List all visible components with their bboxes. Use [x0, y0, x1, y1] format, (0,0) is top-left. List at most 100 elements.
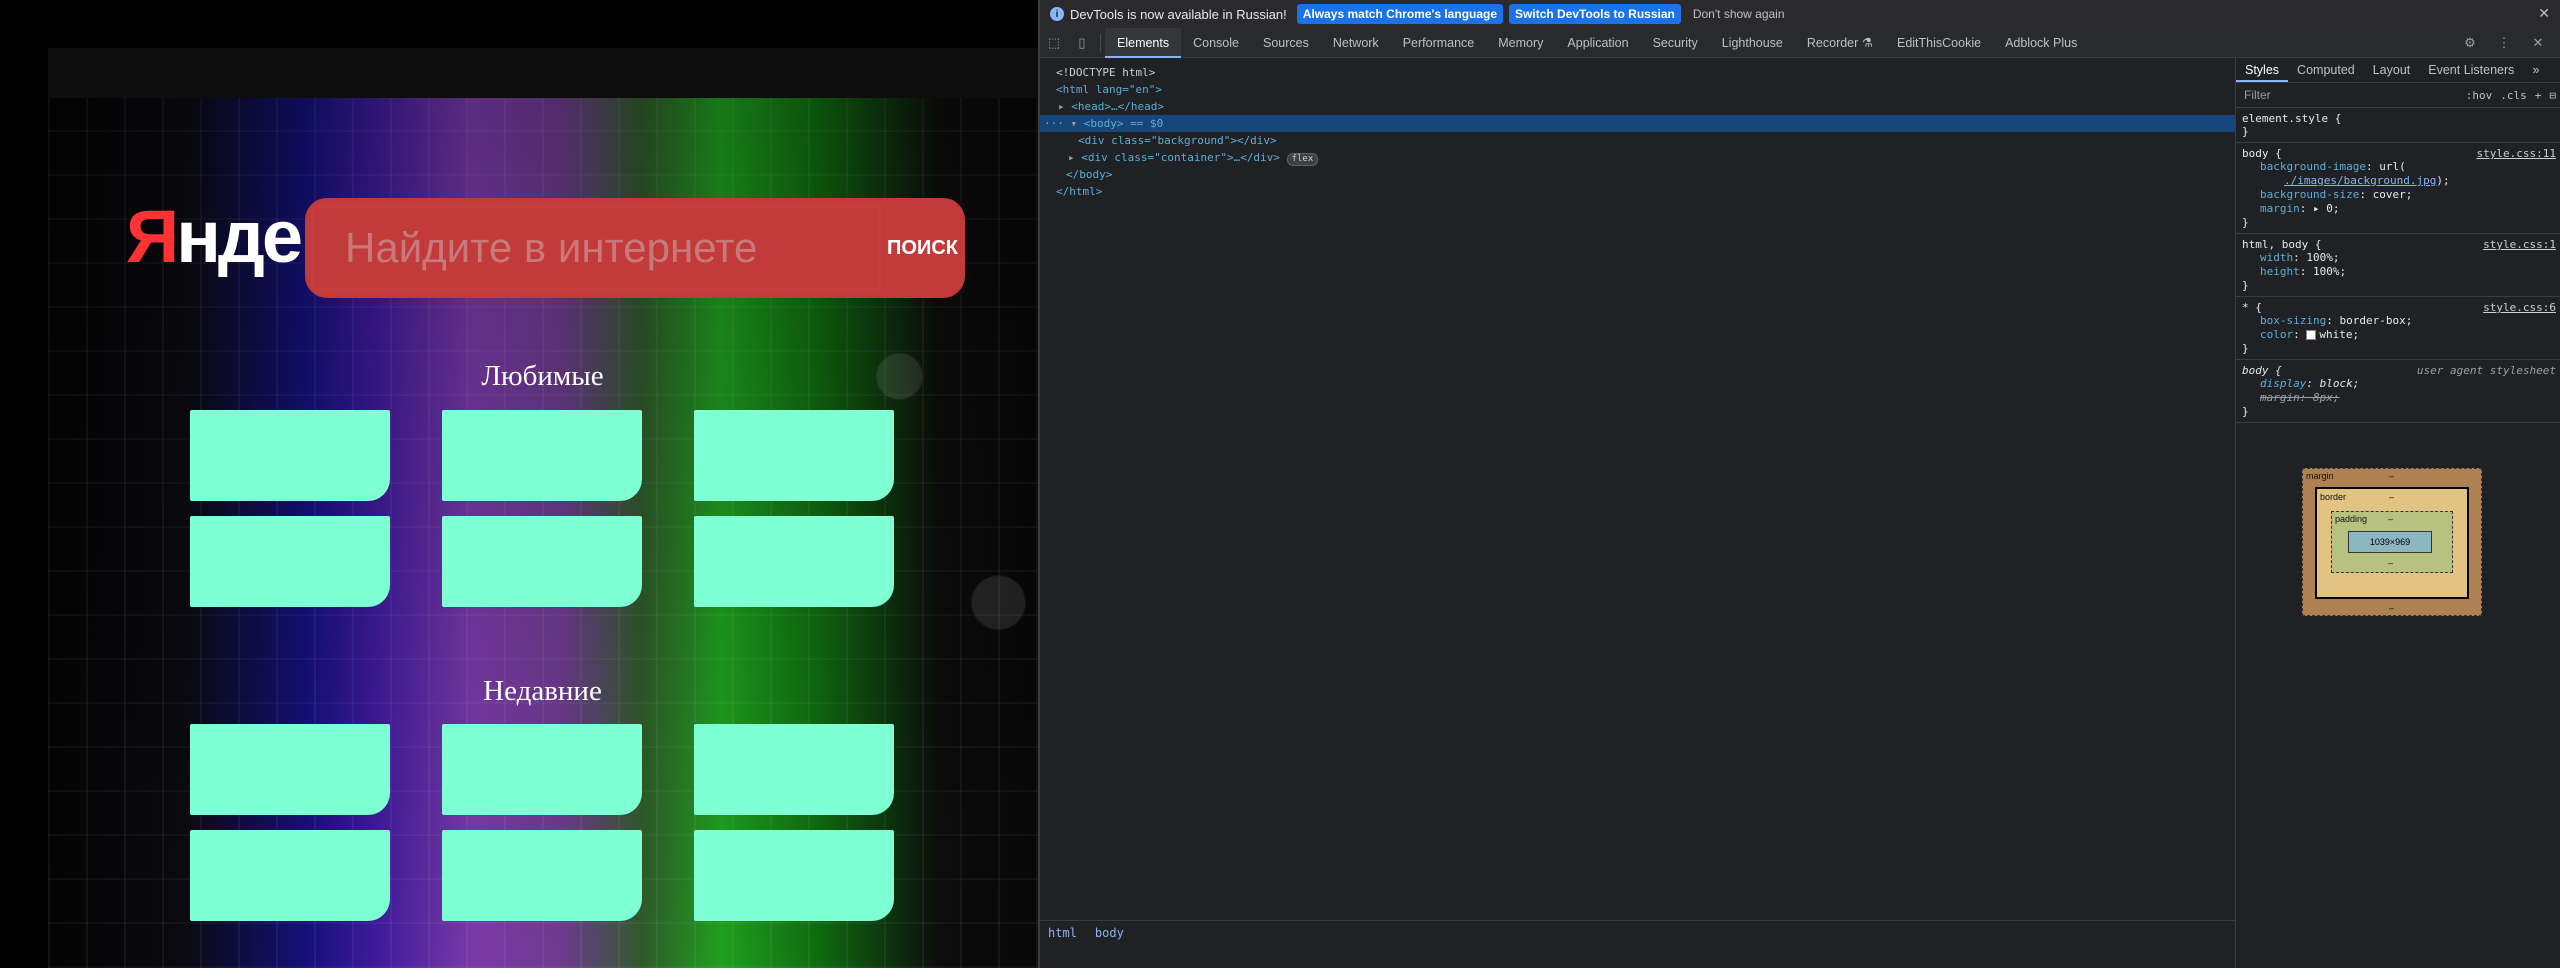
- dom-body-close[interactable]: </body>: [1040, 166, 2235, 183]
- tab-recorder[interactable]: Recorder ⚗: [1795, 28, 1885, 58]
- more-options-icon[interactable]: ⋮: [2490, 29, 2518, 57]
- recent-tile[interactable]: [442, 724, 642, 815]
- declaration-background-image[interactable]: background-image: url(: [2242, 160, 2556, 174]
- background-image-link[interactable]: ./images/background.jpg: [2284, 174, 2436, 187]
- close-icon[interactable]: ✕: [2538, 5, 2550, 22]
- logo-first-letter: Я: [126, 195, 179, 278]
- more-tabs-icon[interactable]: »: [2523, 58, 2548, 82]
- box-model-margin[interactable]: margin – – border – padding – 1039×969 –: [2302, 468, 2482, 616]
- dom-html-open-text: <html lang="en">: [1056, 83, 1162, 96]
- margin-label: margin: [2306, 471, 2334, 481]
- prop-value: white;: [2319, 328, 2360, 341]
- declaration-height[interactable]: height: 100%;: [2242, 265, 2556, 279]
- switch-to-russian-button[interactable]: Switch DevTools to Russian: [1509, 4, 1681, 24]
- inspect-element-icon[interactable]: ⬚: [1040, 29, 1068, 57]
- search-button[interactable]: ПОИСК: [880, 198, 965, 298]
- tab-computed[interactable]: Computed: [2288, 58, 2364, 82]
- box-model-padding[interactable]: padding – 1039×969 –: [2331, 511, 2453, 573]
- tabbar-right-controls: ⚙ ⋮ ✕: [2456, 29, 2560, 57]
- color-swatch-icon[interactable]: [2306, 330, 2317, 340]
- rule-source-link[interactable]: style.css:6: [2483, 301, 2556, 314]
- recent-tile[interactable]: [694, 830, 894, 921]
- prop-name: background-image: [2260, 160, 2366, 173]
- border-top-value: –: [2389, 492, 2395, 502]
- dom-div-background[interactable]: <div class="background"></div>: [1040, 132, 2235, 149]
- always-match-language-button[interactable]: Always match Chrome's language: [1296, 4, 1504, 24]
- declaration-display[interactable]: display: block;: [2242, 377, 2556, 391]
- tab-editthiscookie[interactable]: EditThisCookie: [1885, 28, 1993, 58]
- box-model-diagram: margin – – border – padding – 1039×969 –: [2302, 468, 2482, 616]
- hover-state-toggle[interactable]: :hov: [2466, 89, 2493, 102]
- favorite-tile[interactable]: [190, 516, 390, 607]
- dom-html-open[interactable]: <html lang="en">: [1040, 81, 2235, 98]
- class-toggle[interactable]: .cls: [2500, 89, 2527, 102]
- declaration-background-size[interactable]: background-size: cover;: [2242, 188, 2556, 202]
- tab-network[interactable]: Network: [1321, 28, 1391, 58]
- rule-element-style[interactable]: element.style { }: [2236, 108, 2560, 143]
- declaration-margin[interactable]: margin: ▸ 0;: [2242, 202, 2556, 216]
- dom-div-background-text: <div class="background"></div>: [1078, 134, 1277, 147]
- rule-body-style-css[interactable]: style.css:11 body { background-image: ur…: [2236, 143, 2560, 234]
- tab-console[interactable]: Console: [1181, 28, 1251, 58]
- expand-arrow-icon[interactable]: ▸: [1058, 100, 1071, 113]
- dom-head-node[interactable]: ▸ <head>…</head>: [1040, 98, 2235, 115]
- breadcrumb-body[interactable]: body: [1095, 926, 1124, 940]
- favorite-tile[interactable]: [190, 410, 390, 501]
- rule-universal[interactable]: style.css:6 * { box-sizing: border-box; …: [2236, 297, 2560, 360]
- info-icon: i: [1050, 7, 1064, 21]
- styles-filter-input[interactable]: [2242, 87, 2458, 103]
- border-label: border: [2320, 492, 2347, 502]
- gear-icon[interactable]: ⚙: [2456, 29, 2484, 57]
- recent-tile[interactable]: [190, 724, 390, 815]
- dom-div-container[interactable]: ▸ <div class="container">…</div> flex: [1040, 149, 2235, 166]
- dont-show-again-button[interactable]: Don't show again: [1687, 4, 1791, 24]
- tab-performance[interactable]: Performance: [1391, 28, 1487, 58]
- recent-title: Недавние: [483, 675, 602, 707]
- box-model-content[interactable]: 1039×969: [2348, 531, 2432, 553]
- tab-security[interactable]: Security: [1641, 28, 1710, 58]
- rule-source-link[interactable]: style.css:1: [2483, 238, 2556, 251]
- tab-elements[interactable]: Elements: [1105, 27, 1182, 58]
- dom-body-node[interactable]: ··· ▾ <body> == $0: [1040, 115, 2235, 132]
- toggle-sidebar-icon[interactable]: ⊟: [2549, 89, 2556, 102]
- rule-html-body[interactable]: style.css:1 html, body { width: 100%; he…: [2236, 234, 2560, 297]
- tab-application[interactable]: Application: [1555, 28, 1640, 58]
- tab-lighthouse[interactable]: Lighthouse: [1710, 28, 1795, 58]
- tab-memory[interactable]: Memory: [1486, 28, 1555, 58]
- tab-adblock-plus[interactable]: Adblock Plus: [1993, 28, 2089, 58]
- declaration-margin-overridden[interactable]: margin: 8px;: [2242, 391, 2556, 405]
- declaration-width[interactable]: width: 100%;: [2242, 251, 2556, 265]
- collapse-arrow-icon[interactable]: ▾: [1071, 117, 1084, 130]
- tab-sources[interactable]: Sources: [1251, 28, 1321, 58]
- tab-styles[interactable]: Styles: [2236, 58, 2289, 82]
- declaration-color[interactable]: color: white;: [2242, 328, 2556, 342]
- declaration-background-image-url[interactable]: ./images/background.jpg);: [2242, 174, 2556, 188]
- dom-doctype[interactable]: <!DOCTYPE html>: [1040, 64, 2235, 81]
- recent-tile[interactable]: [190, 830, 390, 921]
- tab-layout[interactable]: Layout: [2364, 58, 2420, 82]
- padding-top-value: –: [2388, 514, 2394, 524]
- box-model-border[interactable]: border – padding – 1039×969 –: [2315, 487, 2469, 599]
- prop-name: display: [2260, 377, 2307, 390]
- rule-source-link[interactable]: style.css:11: [2477, 147, 2556, 160]
- new-rule-icon[interactable]: +: [2535, 89, 2542, 102]
- close-devtools-icon[interactable]: ✕: [2524, 29, 2552, 57]
- favorite-tile[interactable]: [694, 516, 894, 607]
- recent-tile[interactable]: [694, 724, 894, 815]
- declaration-box-sizing[interactable]: box-sizing: border-box;: [2242, 314, 2556, 328]
- rule-body-user-agent[interactable]: user agent stylesheet body { display: bl…: [2236, 360, 2560, 423]
- dom-html-close[interactable]: </html>: [1040, 183, 2235, 200]
- favorite-tile[interactable]: [442, 410, 642, 501]
- prop-name: margin: [2260, 391, 2300, 404]
- device-toolbar-icon[interactable]: ▯: [1068, 29, 1096, 57]
- favorite-tile[interactable]: [442, 516, 642, 607]
- recent-tile[interactable]: [442, 830, 642, 921]
- search-input[interactable]: [311, 204, 881, 292]
- breadcrumb-html[interactable]: html: [1048, 926, 1077, 940]
- favorite-tile[interactable]: [694, 410, 894, 501]
- tab-event-listeners[interactable]: Event Listeners: [2419, 58, 2523, 82]
- dom-head-text: <head>…</head>: [1071, 100, 1164, 113]
- margin-bottom-value: –: [2389, 603, 2395, 613]
- flex-badge[interactable]: flex: [1286, 153, 1319, 166]
- expand-arrow-icon[interactable]: ▸: [1068, 151, 1081, 164]
